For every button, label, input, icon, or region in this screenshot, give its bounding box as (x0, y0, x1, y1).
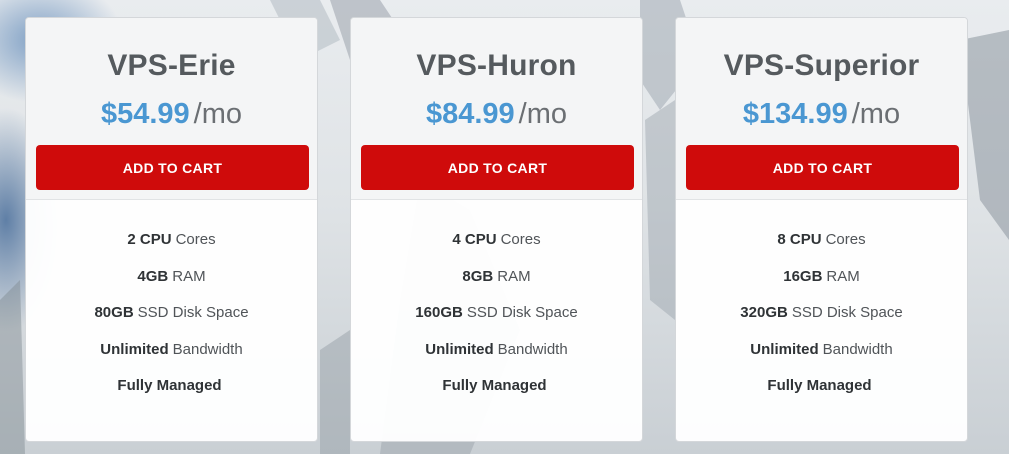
feature-value: 8GB (462, 267, 494, 285)
feature-label: RAM (826, 267, 860, 285)
plan-name: VPS-Superior (723, 49, 920, 82)
plan-card-header: VPS-Huron $84.99/mo ADD TO CART (351, 18, 642, 200)
feature-value: 4 CPU (452, 231, 497, 248)
feature-value: Unlimited (425, 340, 494, 358)
add-to-cart-button[interactable]: ADD TO CART (361, 145, 634, 190)
price-row: $54.99/mo (26, 94, 317, 134)
feature-label: Cores (175, 231, 216, 248)
feature-ram: 4GB RAM (26, 267, 317, 304)
feature-value: Unlimited (100, 340, 169, 358)
plan-price: $54.99 (100, 98, 190, 130)
plan-price: $134.99 (742, 98, 848, 130)
feature-managed: Fully Managed (351, 376, 642, 413)
feature-list: 8 CPU Cores 16GB RAM 320GB SSD Disk Space U… (676, 200, 967, 413)
feature-value: Unlimited (750, 340, 819, 358)
feature-bandwidth: Unlimited Bandwidth (351, 340, 642, 377)
feature-list: 2 CPU Cores 4GB RAM 80GB SSD Disk Space Unl… (26, 200, 317, 413)
feature-cpu: 8 CPU Cores (676, 230, 967, 267)
plan-card-huron: VPS-Huron $84.99/mo ADD TO CART 4 CPU Cor… (350, 17, 643, 442)
price-period: /mo (518, 98, 568, 130)
feature-managed: Fully Managed (676, 376, 967, 413)
add-to-cart-button[interactable]: ADD TO CART (686, 145, 959, 190)
feature-value: Fully Managed (442, 377, 547, 394)
feature-value: 320GB (740, 304, 788, 321)
feature-label: SSD Disk Space (137, 304, 249, 321)
feature-list: 4 CPU Cores 8GB RAM 160GB SSD Disk Space Un… (351, 200, 642, 413)
feature-value: Fully Managed (767, 377, 872, 394)
plan-name: VPS-Erie (107, 49, 236, 82)
feature-label: RAM (497, 267, 531, 285)
feature-value: 2 CPU (127, 231, 172, 248)
feature-disk: 80GB SSD Disk Space (26, 303, 317, 340)
feature-bandwidth: Unlimited Bandwidth (26, 340, 317, 377)
feature-label: Bandwidth (172, 340, 243, 358)
plan-card-superior: VPS-Superior $134.99/mo ADD TO CART 8 CP… (675, 17, 968, 442)
price-row: $84.99/mo (351, 94, 642, 134)
feature-value: 160GB (415, 304, 463, 321)
add-to-cart-button[interactable]: ADD TO CART (36, 145, 309, 190)
plan-card-header: VPS-Erie $54.99/mo ADD TO CART (26, 18, 317, 200)
feature-label: Cores (825, 231, 866, 248)
feature-value: 16GB (783, 267, 823, 285)
feature-label: Cores (500, 231, 541, 248)
feature-disk: 320GB SSD Disk Space (676, 303, 967, 340)
feature-ram: 16GB RAM (676, 267, 967, 304)
feature-value: 4GB (137, 267, 169, 285)
feature-cpu: 4 CPU Cores (351, 230, 642, 267)
feature-cpu: 2 CPU Cores (26, 230, 317, 267)
feature-label: Bandwidth (822, 340, 893, 358)
feature-bandwidth: Unlimited Bandwidth (676, 340, 967, 377)
feature-value: 8 CPU (777, 231, 822, 248)
feature-value: Fully Managed (117, 377, 222, 394)
plan-price: $84.99 (425, 98, 515, 130)
feature-disk: 160GB SSD Disk Space (351, 303, 642, 340)
feature-label: Bandwidth (497, 340, 568, 358)
feature-value: 80GB (94, 304, 134, 321)
price-row: $134.99/mo (676, 94, 967, 134)
feature-label: SSD Disk Space (791, 304, 903, 321)
feature-label: SSD Disk Space (466, 304, 578, 321)
plan-card-header: VPS-Superior $134.99/mo ADD TO CART (676, 18, 967, 200)
price-period: /mo (193, 98, 243, 130)
feature-managed: Fully Managed (26, 376, 317, 413)
price-period: /mo (851, 98, 901, 130)
feature-label: RAM (172, 267, 206, 285)
plan-name: VPS-Huron (416, 49, 577, 82)
feature-ram: 8GB RAM (351, 267, 642, 304)
plan-card-erie: VPS-Erie $54.99/mo ADD TO CART 2 CPU Core… (25, 17, 318, 442)
